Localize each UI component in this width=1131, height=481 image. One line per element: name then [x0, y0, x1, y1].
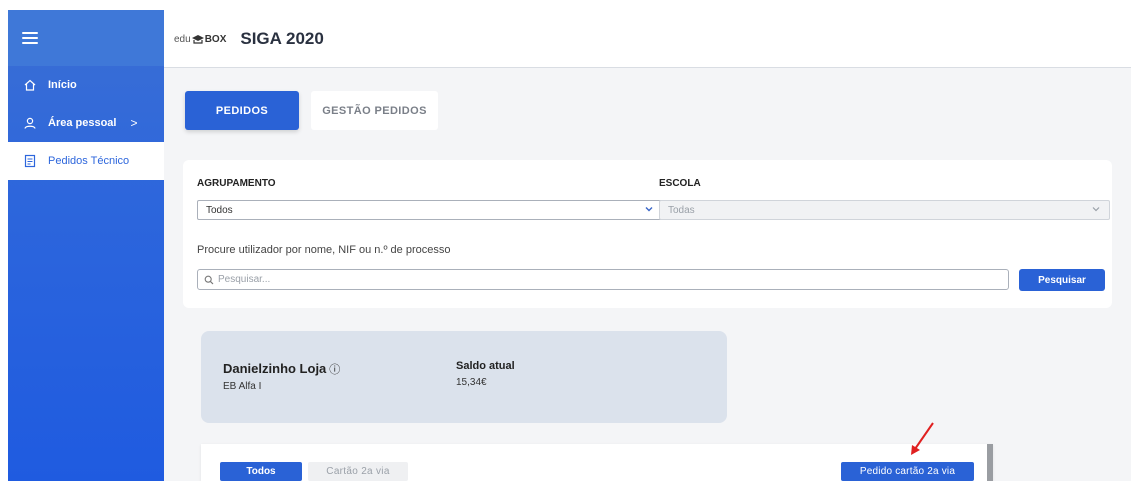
escola-select[interactable]: Todas — [659, 200, 1110, 220]
search-icon — [204, 275, 214, 285]
sidebar-item-area-pessoal[interactable]: Área pessoal > — [8, 104, 164, 142]
info-icon[interactable]: ⓘ — [329, 364, 340, 376]
edubox-logo: edu BOX — [174, 33, 227, 45]
tab-orders-cartao[interactable]: Cartão 2a via — [308, 462, 408, 481]
sidebar-item-inicio[interactable]: Início — [8, 66, 164, 104]
agrupamento-label: AGRUPAMENTO — [197, 178, 276, 189]
app-title: SIGA 2020 — [240, 28, 324, 48]
search-hint: Procure utilizador por nome, NIF ou n.º … — [197, 244, 451, 256]
sidebar-item-label: Pedidos Técnico — [48, 155, 130, 167]
search-button[interactable]: Pesquisar — [1019, 269, 1105, 291]
new-card-request-button[interactable]: Pedido cartão 2a via — [841, 462, 974, 481]
tab-orders-todos[interactable]: Todos — [220, 462, 302, 481]
menu-icon[interactable] — [22, 32, 38, 44]
user-school: EB Alfa I — [223, 381, 262, 392]
sidebar: Início Área pessoal > Pedidos Técnico — [8, 10, 164, 481]
chevron-down-icon — [644, 204, 654, 217]
top-header: edu BOX SIGA 2020 — [164, 10, 1131, 68]
tab-pedidos[interactable]: PEDIDOS — [185, 91, 299, 130]
filter-card: AGRUPAMENTO Todos ESCOLA Todas Procure u… — [183, 160, 1112, 308]
sidebar-item-label: Início — [48, 79, 77, 91]
sidebar-header — [8, 10, 164, 66]
chevron-down-icon — [1091, 204, 1101, 217]
clipboard-icon — [22, 153, 38, 169]
main-content: PEDIDOS GESTÃO PEDIDOS AGRUPAMENTO Todos… — [164, 68, 1131, 481]
user-icon — [22, 115, 38, 131]
balance-value: 15,34€ — [456, 377, 487, 388]
user-card: Danielzinho Loja ⓘ EB Alfa I Saldo atual … — [201, 331, 727, 423]
search-input[interactable]: Pesquisar... — [197, 269, 1009, 290]
sidebar-item-pedidos-tecnico[interactable]: Pedidos Técnico — [8, 142, 164, 180]
orders-card: Todos Cartão 2a via Pedido cartão 2a via — [201, 444, 993, 481]
sidebar-item-label: Área pessoal — [48, 117, 117, 129]
home-icon — [22, 77, 38, 93]
logo-mark-icon — [191, 34, 204, 44]
balance-label: Saldo atual — [456, 360, 515, 372]
tab-gestao-pedidos[interactable]: GESTÃO PEDIDOS — [311, 91, 438, 130]
user-name: Danielzinho Loja ⓘ — [223, 361, 341, 376]
escola-label: ESCOLA — [659, 178, 701, 189]
agrupamento-select[interactable]: Todos — [197, 200, 663, 220]
chevron-right-icon: > — [130, 116, 138, 130]
annotation-arrow-icon — [911, 422, 934, 455]
